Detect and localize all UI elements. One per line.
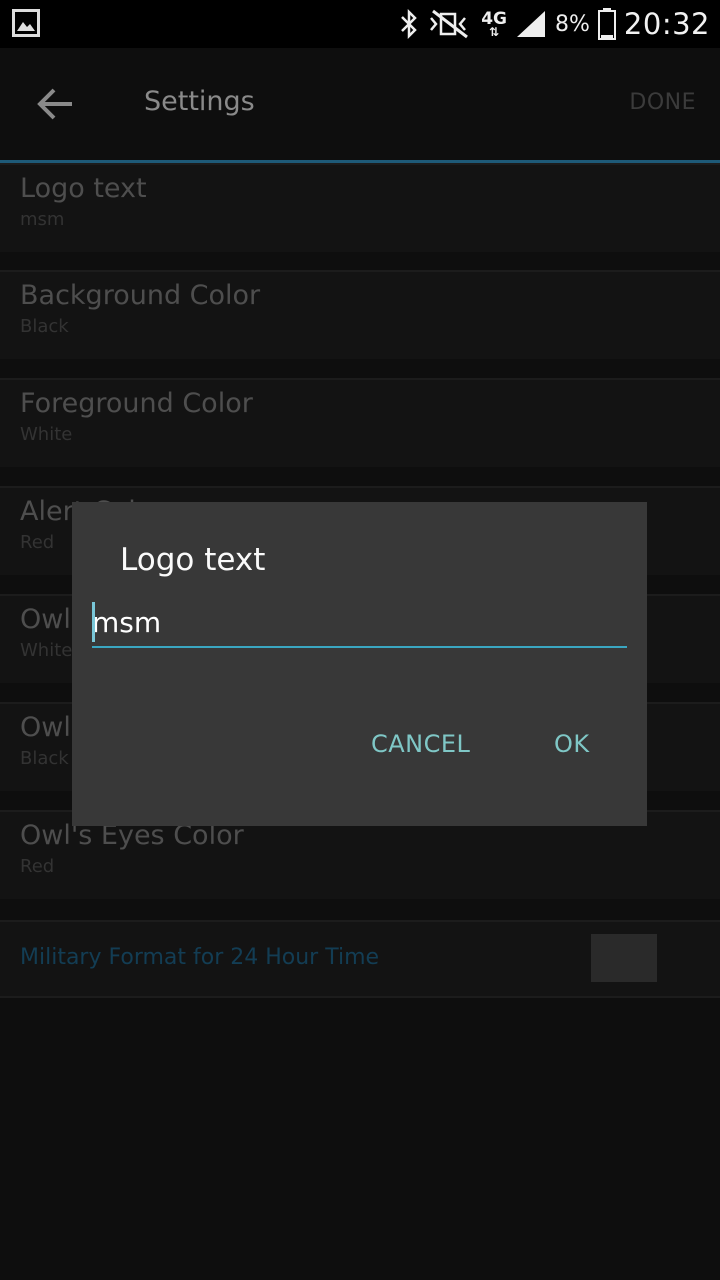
pref-summary: Red bbox=[20, 532, 55, 553]
logo-text-input[interactable] bbox=[92, 600, 627, 644]
pref-title: Background Color bbox=[20, 280, 261, 311]
ok-button[interactable]: OK bbox=[554, 730, 590, 758]
logo-text-field[interactable] bbox=[92, 600, 627, 648]
done-button[interactable]: DONE bbox=[629, 90, 696, 115]
pref-summary: White bbox=[20, 640, 73, 661]
pref-summary: White bbox=[20, 424, 73, 445]
pref-summary: msm bbox=[20, 209, 65, 230]
clock: 20:32 bbox=[623, 7, 710, 41]
action-bar: Settings DONE bbox=[0, 48, 720, 163]
battery-percent: 8% bbox=[555, 11, 590, 37]
cancel-button[interactable]: CANCEL bbox=[371, 730, 470, 758]
pref-logo-text[interactable]: Logo text msm bbox=[0, 163, 720, 252]
text-cursor bbox=[92, 602, 95, 642]
mute-vibrate-icon bbox=[430, 9, 469, 39]
page-title: Settings bbox=[144, 86, 255, 117]
military-time-checkbox[interactable] bbox=[591, 934, 657, 982]
bluetooth-icon bbox=[401, 9, 417, 39]
pref-background-color[interactable]: Background Color Black bbox=[0, 270, 720, 359]
back-arrow-icon[interactable] bbox=[36, 86, 76, 122]
signal-icon bbox=[517, 11, 546, 37]
logo-text-dialog: Logo text CANCEL OK bbox=[72, 502, 647, 826]
pref-summary: Red bbox=[20, 856, 55, 877]
pref-title: Military Format for 24 Hour Time bbox=[20, 945, 380, 970]
network-indicator: 4G ⇅ bbox=[481, 9, 508, 39]
dialog-title: Logo text bbox=[120, 542, 266, 578]
pref-foreground-color[interactable]: Foreground Color White bbox=[0, 378, 720, 467]
pref-summary: Black bbox=[20, 748, 69, 769]
battery-icon bbox=[597, 8, 616, 40]
pref-military-time[interactable]: Military Format for 24 Hour Time bbox=[0, 920, 720, 998]
status-bar: 4G ⇅ 8% 20:32 bbox=[0, 0, 720, 48]
pref-title: Foreground Color bbox=[20, 388, 253, 419]
gallery-icon bbox=[12, 9, 40, 37]
pref-title: Logo text bbox=[20, 173, 147, 204]
pref-summary: Black bbox=[20, 316, 69, 337]
